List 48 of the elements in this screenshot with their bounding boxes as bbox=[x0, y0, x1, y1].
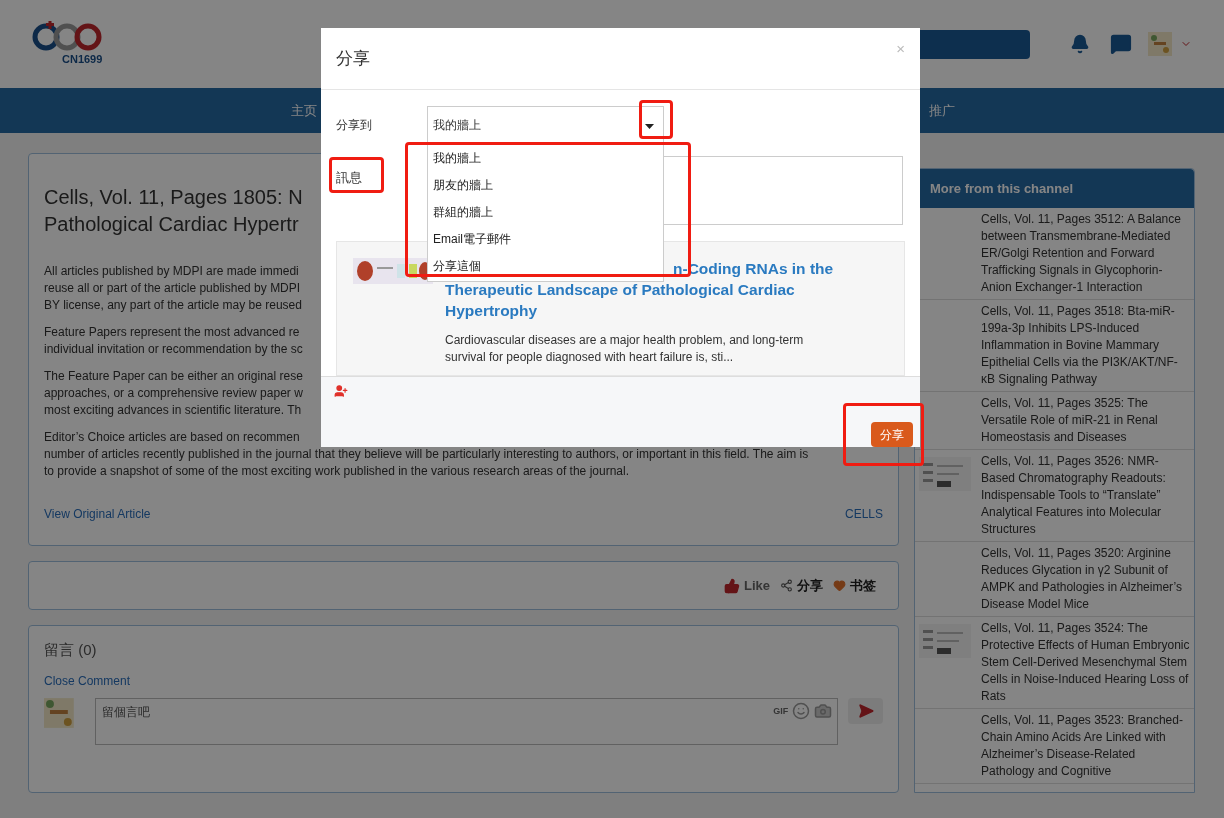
article-title: Cells, Vol. 11, Pages 1805: N Pathological Cardiac Hypertr bbox=[44, 185, 303, 237]
field-label: 訊息 bbox=[336, 169, 363, 187]
send-icon bbox=[857, 702, 874, 719]
send-button[interactable] bbox=[848, 697, 883, 724]
dialog-title: 分享 bbox=[336, 47, 370, 70]
preview-description: Cardiovascular diseases are a major health problem, and long-term survival for people diagnosed with heart failure is, sti... bbox=[445, 332, 805, 366]
share-button[interactable]: 分享 bbox=[780, 575, 823, 596]
menu-option[interactable]: Email電子郵件 bbox=[428, 225, 663, 252]
heart-icon bbox=[833, 579, 846, 592]
add-user-icon[interactable] bbox=[334, 384, 348, 398]
nav-link[interactable]: 推广 bbox=[929, 100, 955, 121]
share-target-select[interactable]: 我的牆上 bbox=[427, 106, 664, 143]
field-label: 分享到 bbox=[336, 116, 373, 134]
related-article-link[interactable]: Cells, Vol. 11, Pages 3512: A Balance between Transmembrane-Mediated ER/Golgi Retention and Forward Trafficking Signals in Glycophorin-Anion Exchanger-1 Interaction bbox=[981, 211, 1190, 296]
bell-icon[interactable] bbox=[1070, 34, 1090, 54]
view-original-link[interactable]: View Original Article bbox=[44, 505, 151, 523]
related-article-link[interactable]: Cells, Vol. 11, Pages 3524: The Protective Effects of Human Embryonic Stem Cell-Derived Mesenchymal Stem Cells in Noise-Induced Hearing Loss of Rats bbox=[981, 620, 1190, 705]
nav-link[interactable]: 主页 bbox=[291, 100, 317, 121]
highlight-frame bbox=[329, 157, 384, 193]
emoji-icon[interactable] bbox=[792, 701, 811, 720]
related-article-link[interactable]: Cells, Vol. 11, Pages 3523: Branched-Chain Amino Acids Are Linked with Alzheimer’s Disease-Related Pathology and Cognitive bbox=[981, 712, 1190, 780]
article-paragraph: All articles published by MDPI are made immedi reuse all or part of the article published by MDPI BY license, any part of the article may be reused bbox=[44, 263, 302, 314]
gif-button[interactable]: GIF bbox=[773, 704, 789, 718]
caret-down-icon bbox=[645, 124, 654, 129]
chat-icon[interactable] bbox=[1110, 33, 1132, 55]
journal-link[interactable]: CELLS bbox=[844, 505, 883, 523]
like-button[interactable]: Like bbox=[724, 575, 770, 596]
related-article-link[interactable]: Cells, Vol. 11, Pages 3526: NMR-Based Chromatography Readouts: Indispensable Tools to “Translate” Analytical Features into Molecular Structures bbox=[981, 453, 1190, 538]
menu-option[interactable]: 群組的牆上 bbox=[428, 198, 663, 225]
avatar bbox=[44, 697, 74, 728]
share-icon bbox=[780, 579, 793, 592]
article-paragraph: Feature Papers represent the most advanced re individual invitation or recommendation by the sc bbox=[44, 324, 303, 358]
logo-text: CN1699 bbox=[62, 51, 103, 67]
article-paragraph: The Feature Paper can be either an original rese approaches, or a comprehensive review paper w most exciting advances in scientific literature. Th bbox=[44, 368, 303, 419]
highlight-frame bbox=[639, 100, 673, 139]
menu-option[interactable]: 分享這個 bbox=[428, 252, 663, 279]
thumbs-up-icon bbox=[724, 577, 740, 594]
bookmark-button[interactable]: 书签 bbox=[833, 575, 876, 596]
related-article-link[interactable]: Cells, Vol. 11, Pages 3520: Arginine Reduces Glycation in γ2 Subunit of AMPK and Pathologies in Alzheimer’s Disease Model Mice bbox=[981, 545, 1190, 613]
menu-option[interactable]: 朋友的牆上 bbox=[428, 171, 663, 198]
related-article-link[interactable]: Cells, Vol. 11, Pages 3518: Bta-miR-199a-3p Inhibits LPS-Induced Inflammation in Bovine Mammary Epithelial Cells via the PI3K/AKT/NF-κB Signaling Pathway bbox=[981, 303, 1190, 388]
article-paragraph: Editor’s Choice articles are based on recommen number of articles recently published in the journal that they believe will be particularly interesting to authors, or important in this field. The aim is to provide a snapshot of some of the most exciting work published in the various research areas of the journal. bbox=[44, 429, 809, 480]
submit-button[interactable]: 分享 bbox=[871, 422, 913, 447]
close-comment-link[interactable]: Close Comment bbox=[44, 671, 883, 690]
avatar[interactable] bbox=[1148, 32, 1172, 56]
comments-title: 留言 (0) bbox=[44, 640, 98, 660]
related-article-link[interactable]: Cells, Vol. 11, Pages 3525: The Versatile Role of miR-21 in Renal Homeostasis and Diseases bbox=[981, 395, 1190, 446]
logo-icon bbox=[32, 20, 103, 51]
